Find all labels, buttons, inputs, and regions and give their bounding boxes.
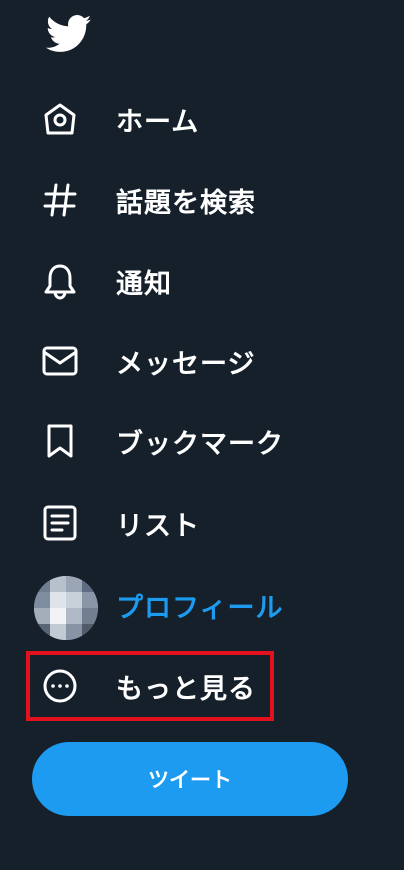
nav-item-label: 話題を検索 <box>116 187 256 219</box>
twitter-bird-icon <box>45 15 92 52</box>
nav-item-label: メッセージ <box>116 348 256 380</box>
nav-item-notifications[interactable]: 通知 <box>44 258 172 304</box>
home-icon <box>38 97 82 141</box>
bookmark-icon <box>38 419 82 463</box>
nav-item-messages[interactable]: メッセージ <box>42 338 256 384</box>
nav-item-label: ホーム <box>116 106 200 138</box>
nav-item-lists[interactable]: リスト <box>43 500 200 546</box>
bell-icon <box>38 259 82 303</box>
nav-item-label: ブックマーク <box>116 428 284 460</box>
nav-item-label: リスト <box>116 510 200 542</box>
nav-item-bookmarks[interactable]: ブックマーク <box>44 418 284 464</box>
envelope-icon <box>38 339 82 383</box>
nav-item-home[interactable]: ホーム <box>44 96 199 142</box>
highlight-box <box>26 651 274 721</box>
nav-item-label: プロフィール <box>116 592 284 624</box>
hashtag-icon <box>38 178 82 222</box>
tweet-button[interactable]: ツイート <box>32 742 348 816</box>
nav-item-explore[interactable]: 話題を検索 <box>43 177 256 223</box>
avatar-placeholder <box>38 583 82 627</box>
nav-item-label: 通知 <box>116 268 172 300</box>
nav-item-profile[interactable]: プロフィール <box>44 582 283 628</box>
twitter-logo[interactable] <box>45 14 92 54</box>
list-icon <box>38 501 82 545</box>
